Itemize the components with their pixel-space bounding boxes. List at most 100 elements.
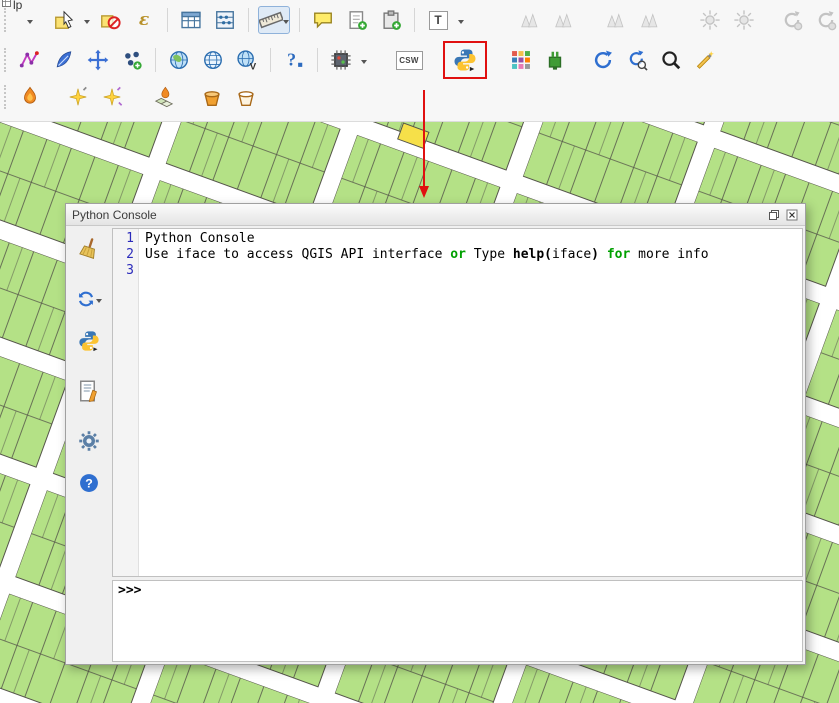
close-button[interactable] <box>785 208 799 222</box>
toolbar-handle[interactable] <box>4 85 8 109</box>
new-annotation-button[interactable] <box>343 6 371 34</box>
measure-button[interactable] <box>258 6 290 34</box>
sun-icon <box>699 9 721 31</box>
toolbar-row-3 <box>0 80 839 114</box>
help-button[interactable]: ? <box>76 470 102 496</box>
csw-button[interactable]: CSW <box>395 46 423 74</box>
plugin-icon <box>544 49 566 71</box>
text-annotation-button[interactable]: T <box>424 6 452 34</box>
bucket-icon <box>201 86 223 108</box>
bucket-outline-icon <box>235 86 257 108</box>
globe-icon <box>168 49 190 71</box>
sparkle-star-icon <box>67 86 89 108</box>
console-title-bar[interactable]: Python Console <box>66 204 805 226</box>
line-number: 3 <box>113 263 134 279</box>
code-segment: for <box>607 247 630 262</box>
map-tips-button[interactable] <box>309 6 337 34</box>
dropdown-icon[interactable] <box>84 20 90 27</box>
search-button[interactable] <box>657 46 685 74</box>
csw-icon: CSW <box>396 51 423 70</box>
line-number: 2 <box>113 247 134 263</box>
code-segment: Use iface to access QGIS API interface <box>145 247 450 262</box>
metasearch-button[interactable] <box>199 46 227 74</box>
attribute-table-button[interactable] <box>177 6 205 34</box>
histogram-icon <box>519 9 541 31</box>
show-editor-button[interactable] <box>76 378 102 404</box>
toolbar-separator <box>299 8 300 32</box>
dropdown-icon[interactable] <box>458 20 464 27</box>
float-button[interactable] <box>767 208 781 222</box>
sparkle-star-icon <box>101 86 123 108</box>
globe-v-icon: V <box>236 49 258 71</box>
vertex-tool-button[interactable] <box>16 46 44 74</box>
magic-wand-icon <box>694 49 716 71</box>
processing-icon <box>330 49 352 71</box>
import-class-button[interactable] <box>76 286 102 312</box>
select-by-expression-button[interactable]: ε <box>130 6 158 34</box>
code-segment: iface <box>552 247 591 262</box>
text-annotation-icon: T <box>429 11 448 30</box>
web-globe-button[interactable] <box>165 46 193 74</box>
code-segment: Python Console <box>145 231 255 246</box>
plugin-button[interactable] <box>541 46 569 74</box>
clipboard-annotation-button[interactable] <box>377 6 405 34</box>
toolbar-separator <box>167 8 168 32</box>
refresh-badge-button-1 <box>778 6 806 34</box>
feather-digitize-button[interactable] <box>50 46 78 74</box>
histogram-button-1 <box>516 6 544 34</box>
refresh-badge-icon <box>815 9 837 31</box>
flame-layers-button[interactable] <box>150 83 178 111</box>
whats-this-icon: ? <box>283 49 305 71</box>
import-class-icon <box>76 288 96 310</box>
menu-fragment[interactable]: lp <box>2 0 22 12</box>
refresh-button[interactable] <box>589 46 617 74</box>
code-segment: more info <box>630 247 708 262</box>
show-editor-icon <box>77 379 101 403</box>
globe-v-button[interactable]: V <box>233 46 261 74</box>
color-grid-button[interactable] <box>507 46 535 74</box>
color-grid-icon <box>510 49 532 71</box>
python-console-toolbar-button[interactable] <box>451 46 479 74</box>
search-icon <box>660 49 682 71</box>
toolbar-separator <box>317 48 318 72</box>
run-command-button[interactable] <box>76 328 102 354</box>
multiedit-button[interactable] <box>118 46 146 74</box>
select-features-button[interactable] <box>50 6 78 34</box>
feather-icon <box>53 49 75 71</box>
console-gutter: 123 <box>113 229 139 576</box>
sparkle-star-button-2[interactable] <box>98 83 126 111</box>
bucket-outline-button[interactable] <box>232 83 260 111</box>
dropdown-icon[interactable] <box>361 60 367 67</box>
deselect-button[interactable] <box>96 6 124 34</box>
code-segment <box>599 247 607 262</box>
toolbar-separator <box>248 8 249 32</box>
svg-text:V: V <box>250 62 257 71</box>
heatmap-button[interactable] <box>16 83 44 111</box>
vertex-tool-icon <box>19 49 41 71</box>
refresh-search-button[interactable] <box>623 46 651 74</box>
code-line: Python Console <box>145 231 802 247</box>
bucket-button[interactable] <box>198 83 226 111</box>
sparkle-star-button-1[interactable] <box>64 83 92 111</box>
console-input[interactable]: >>> <box>112 580 803 662</box>
console-output[interactable]: 123 Python ConsoleUse iface to access QG… <box>112 228 803 577</box>
console-code: Python ConsoleUse iface to access QGIS A… <box>139 229 802 576</box>
toolbar-separator <box>414 8 415 32</box>
refresh-badge-icon <box>781 9 803 31</box>
svg-text:?: ? <box>287 50 296 70</box>
toolbar-handle[interactable] <box>4 48 8 72</box>
magic-wand-button[interactable] <box>691 46 719 74</box>
clear-console-button[interactable] <box>76 236 102 262</box>
deselect-icon <box>99 9 121 31</box>
help-icon: ? <box>78 472 100 494</box>
statistics-button[interactable] <box>211 6 239 34</box>
whats-this-button[interactable]: ? <box>280 46 308 74</box>
options-button[interactable] <box>76 428 102 454</box>
move-feature-button[interactable] <box>84 46 112 74</box>
close-icon <box>786 209 798 221</box>
code-segment: or <box>450 247 466 262</box>
processing-button[interactable] <box>327 46 355 74</box>
clipboard-annotation-icon <box>380 9 402 31</box>
measure-icon <box>259 8 283 32</box>
menu-fragment-label: lp <box>13 0 22 12</box>
